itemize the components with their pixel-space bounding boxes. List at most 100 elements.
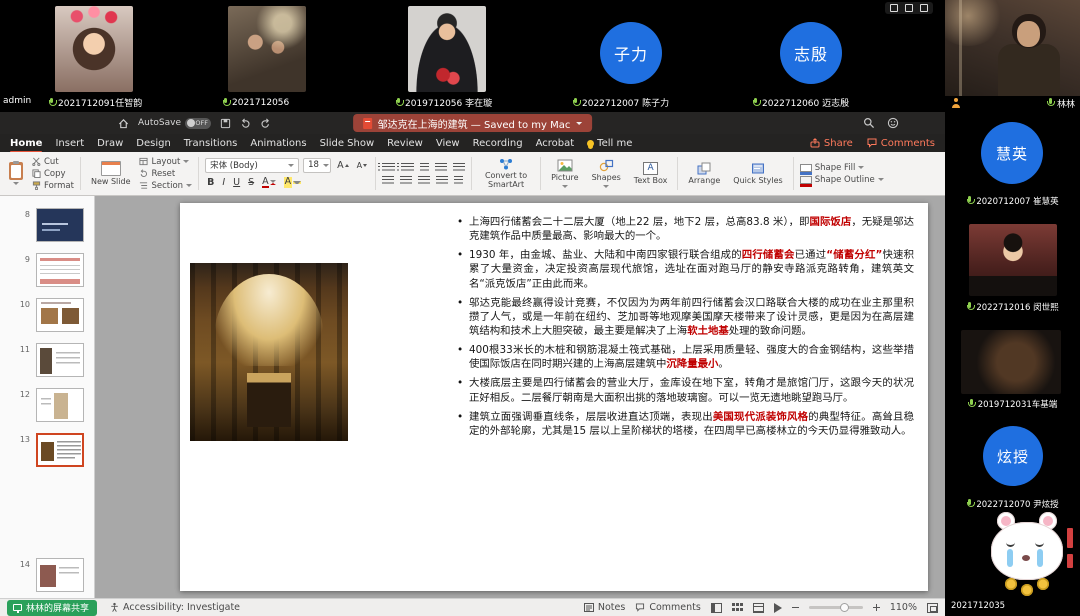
tab-draw[interactable]: Draw [97,138,123,149]
bullet-list-button[interactable] [382,163,395,172]
accessibility-status[interactable]: Accessibility: Investigate [110,602,240,613]
tab-insert[interactable]: Insert [55,138,84,149]
picture-button[interactable]: Picture [547,158,583,188]
webcam-video-linlin[interactable] [945,0,1080,96]
tab-home[interactable]: Home [10,138,42,149]
gallery-view-icon[interactable] [905,4,913,12]
participant-avatar-huiying[interactable]: 慧英 [981,122,1043,184]
strikethrough-button[interactable]: S [246,176,256,190]
slideshow-view-button[interactable] [774,603,782,613]
fullscreen-icon[interactable] [920,4,928,12]
autosave-toggle[interactable]: AutoSave OFF [138,118,211,129]
slide-thumbnail-12[interactable]: 12 [0,388,95,424]
meeting-toolbar[interactable] [885,2,933,14]
home-icon[interactable] [118,118,129,129]
slide-thumbnail-14[interactable]: 14 [0,558,95,594]
zoom-slider[interactable] [809,606,863,609]
text-box-button[interactable]: A Text Box [630,161,672,186]
shape-fill-button[interactable]: Shape Fill [800,163,884,173]
bullet-item: 邬达克能最终赢得设计竞赛，不仅因为为两年前四行储蓄会汉口路联合大楼的成功在业主那… [456,296,914,338]
autosave-switch[interactable]: OFF [185,118,211,129]
slide-thumbnail-9[interactable]: 9 [0,253,95,289]
columns-button[interactable] [454,176,463,185]
increase-indent-button[interactable] [435,163,447,172]
zoom-in-icon[interactable] [873,604,880,611]
arrange-button[interactable]: Arrange [684,161,724,186]
search-icon[interactable] [863,117,875,129]
italic-button[interactable]: I [220,176,227,190]
sticker-avatar-crying-bear[interactable] [987,506,1079,598]
tab-recording[interactable]: Recording [473,138,523,149]
slide-text-box[interactable]: 上海四行储蓄会二十二层大厦（地上22 层，地下2 层，总高83.8 米），即国际… [456,215,914,443]
normal-view-button[interactable] [711,603,722,613]
tab-slide-show[interactable]: Slide Show [320,138,375,149]
undo-icon[interactable] [240,118,251,129]
tab-acrobat[interactable]: Acrobat [536,138,575,149]
decrease-font-button[interactable]: A [355,158,369,172]
tab-transitions[interactable]: Transitions [184,138,238,149]
align-left-button[interactable] [382,176,394,185]
shapes-button[interactable]: Shapes [588,158,625,188]
slide-thumbnail-11[interactable]: 11 [0,343,95,379]
document-title[interactable]: 邹达克在上海的建筑 — Saved to my Mac [353,114,593,132]
participant-avatar-4[interactable]: 子力 [600,22,662,84]
tab-design[interactable]: Design [136,138,171,149]
bold-button[interactable]: B [205,176,216,190]
tab-tell-me[interactable]: Tell me [587,138,632,149]
line-spacing-button[interactable] [453,163,465,172]
numbered-list-button[interactable] [401,163,414,172]
participant-photo-minshixi[interactable] [969,224,1057,296]
notes-button[interactable]: Notes [584,602,625,613]
feedback-smiley-icon[interactable] [887,117,899,129]
layout-button[interactable]: Layout [139,157,192,167]
highlight-button[interactable]: A [282,176,304,190]
font-name-select[interactable]: 宋体 (Body) [205,158,299,173]
quick-styles-button[interactable]: Quick Styles [729,161,786,186]
tab-animations[interactable]: Animations [250,138,306,149]
comments-button[interactable]: Comments [867,138,935,149]
participant-video-3[interactable] [408,6,486,92]
underline-button[interactable]: U [231,176,242,190]
fit-to-window-icon[interactable] [927,603,938,613]
copy-button[interactable]: Copy [32,169,74,179]
redo-icon[interactable] [260,118,271,129]
zoom-level[interactable]: 110% [890,602,917,613]
align-right-button[interactable] [418,176,430,185]
paste-button[interactable] [5,161,27,186]
zoom-slider-thumb[interactable] [840,603,849,612]
font-color-button[interactable]: A [260,176,278,190]
slide-thumbnail-13-selected[interactable]: 13 [0,433,95,469]
tab-view[interactable]: View [436,138,460,149]
new-slide-button[interactable]: New Slide [87,160,135,187]
reading-view-button[interactable] [753,603,764,613]
align-center-button[interactable] [400,176,412,185]
titlebar: AutoSave OFF 邹达克在上海的建筑 — Saved to my Mac [0,112,945,134]
participant-video-1[interactable] [55,6,133,92]
zoom-out-icon[interactable] [792,607,799,609]
slide-thumbnail-10[interactable]: 10 [0,298,95,334]
section-button[interactable]: Section [139,181,192,191]
smartart-icon [499,158,513,170]
participant-avatar-xuanshou[interactable]: 炫授 [983,426,1043,486]
format-painter-button[interactable]: Format [32,181,74,191]
justify-button[interactable] [436,176,448,185]
participant-photo-chejiduan[interactable] [961,330,1061,394]
participant-avatar-5[interactable]: 志殷 [780,22,842,84]
slide-thumbnail-8[interactable]: 8 [0,208,95,244]
tab-review[interactable]: Review [387,138,423,149]
font-size-select[interactable]: 18 [303,158,331,173]
shape-outline-button[interactable]: Shape Outline [800,175,884,185]
layout-view-icon[interactable] [890,4,898,12]
slide-sorter-view-button[interactable] [732,603,743,613]
convert-smartart-button[interactable]: Convert to SmartArt [478,157,534,191]
save-icon[interactable] [220,118,231,129]
slide-image-bank-lobby[interactable] [190,263,348,441]
share-button[interactable]: Share [810,138,853,149]
reset-button[interactable]: Reset [139,169,192,179]
comments-pane-button[interactable]: Comments [635,602,701,613]
participant-video-2[interactable] [228,6,306,92]
increase-font-button[interactable]: A [335,158,351,172]
screen-share-banner[interactable]: 林林的屏幕共享 [7,600,97,616]
decrease-indent-button[interactable] [420,163,429,172]
cut-button[interactable]: Cut [32,157,74,167]
